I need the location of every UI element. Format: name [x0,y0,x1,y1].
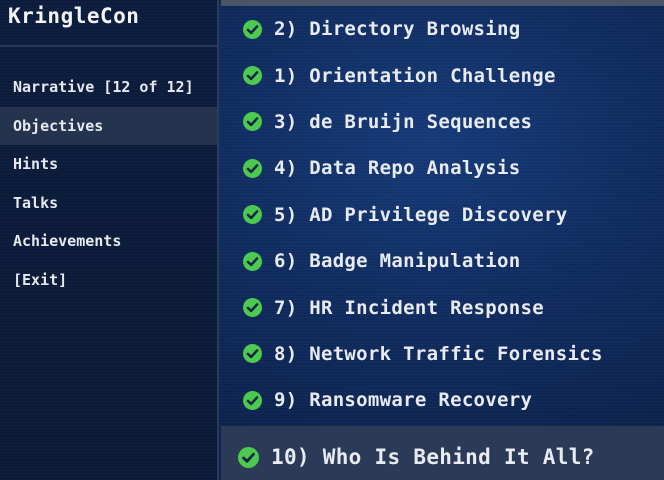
check-circle-icon [238,446,259,468]
check-circle-icon [243,298,262,318]
sidebar-item-exit[interactable]: [Exit] [0,261,217,300]
app-title: KringleCon [8,4,140,28]
objectives-list: 2) Directory Browsing 1) Orientation Cha… [221,6,664,480]
check-circle-icon [243,390,262,410]
sidebar-item-achievements[interactable]: Achievements [0,222,217,261]
objective-item-ransomware-recovery[interactable]: 9) Ransomware Recovery [221,377,664,423]
objective-label: 9) Ransomware Recovery [274,389,533,412]
objectives-panel: 2) Directory Browsing 1) Orientation Cha… [221,0,664,480]
objective-label: 8) Network Traffic Forensics [274,342,603,365]
check-circle-icon [243,66,262,86]
check-circle-icon [243,112,262,132]
sidebar-item-talks[interactable]: Talks [0,184,217,223]
objective-label: 4) Data Repo Analysis [274,157,521,180]
title-divider [0,45,217,47]
objective-item-hr-incident-response[interactable]: 7) HR Incident Response [221,284,664,330]
objective-label: 1) Orientation Challenge [274,64,556,87]
objective-label: 2) Directory Browsing [274,18,521,41]
sidebar: KringleCon Narrative [12 of 12] Objectiv… [0,0,219,480]
objective-item-ad-privilege-discovery[interactable]: 5) AD Privilege Discovery [221,192,664,238]
check-circle-icon [243,205,262,225]
check-circle-icon [243,19,262,39]
check-circle-icon [243,251,262,271]
objective-label: 3) de Bruijn Sequences [274,110,533,133]
sidebar-item-hints[interactable]: Hints [0,145,217,184]
objective-label: 5) AD Privilege Discovery [274,203,568,226]
objective-item-directory-browsing[interactable]: 2) Directory Browsing [221,6,664,52]
objective-label: 7) HR Incident Response [274,296,544,319]
objective-item-network-traffic-forensics[interactable]: 8) Network Traffic Forensics [221,331,664,377]
objective-label: 10) Who Is Behind It All? [271,445,595,469]
objective-item-who-is-behind-it-all[interactable]: 10) Who Is Behind It All? [221,426,664,480]
objective-label: 6) Badge Manipulation [274,250,521,273]
sidebar-item-narrative[interactable]: Narrative [12 of 12] [0,68,217,107]
check-circle-icon [243,344,262,364]
kringlecon-app: KringleCon Narrative [12 of 12] Objectiv… [0,0,664,480]
objective-item-badge-manipulation[interactable]: 6) Badge Manipulation [221,238,664,284]
sidebar-nav: Narrative [12 of 12] Objectives Hints Ta… [0,68,217,300]
objective-item-de-bruijn-sequences[interactable]: 3) de Bruijn Sequences [221,99,664,145]
sidebar-item-objectives[interactable]: Objectives [0,106,217,146]
objective-item-orientation-challenge[interactable]: 1) Orientation Challenge [221,52,664,98]
objective-item-data-repo-analysis[interactable]: 4) Data Repo Analysis [221,145,664,191]
check-circle-icon [243,158,262,178]
